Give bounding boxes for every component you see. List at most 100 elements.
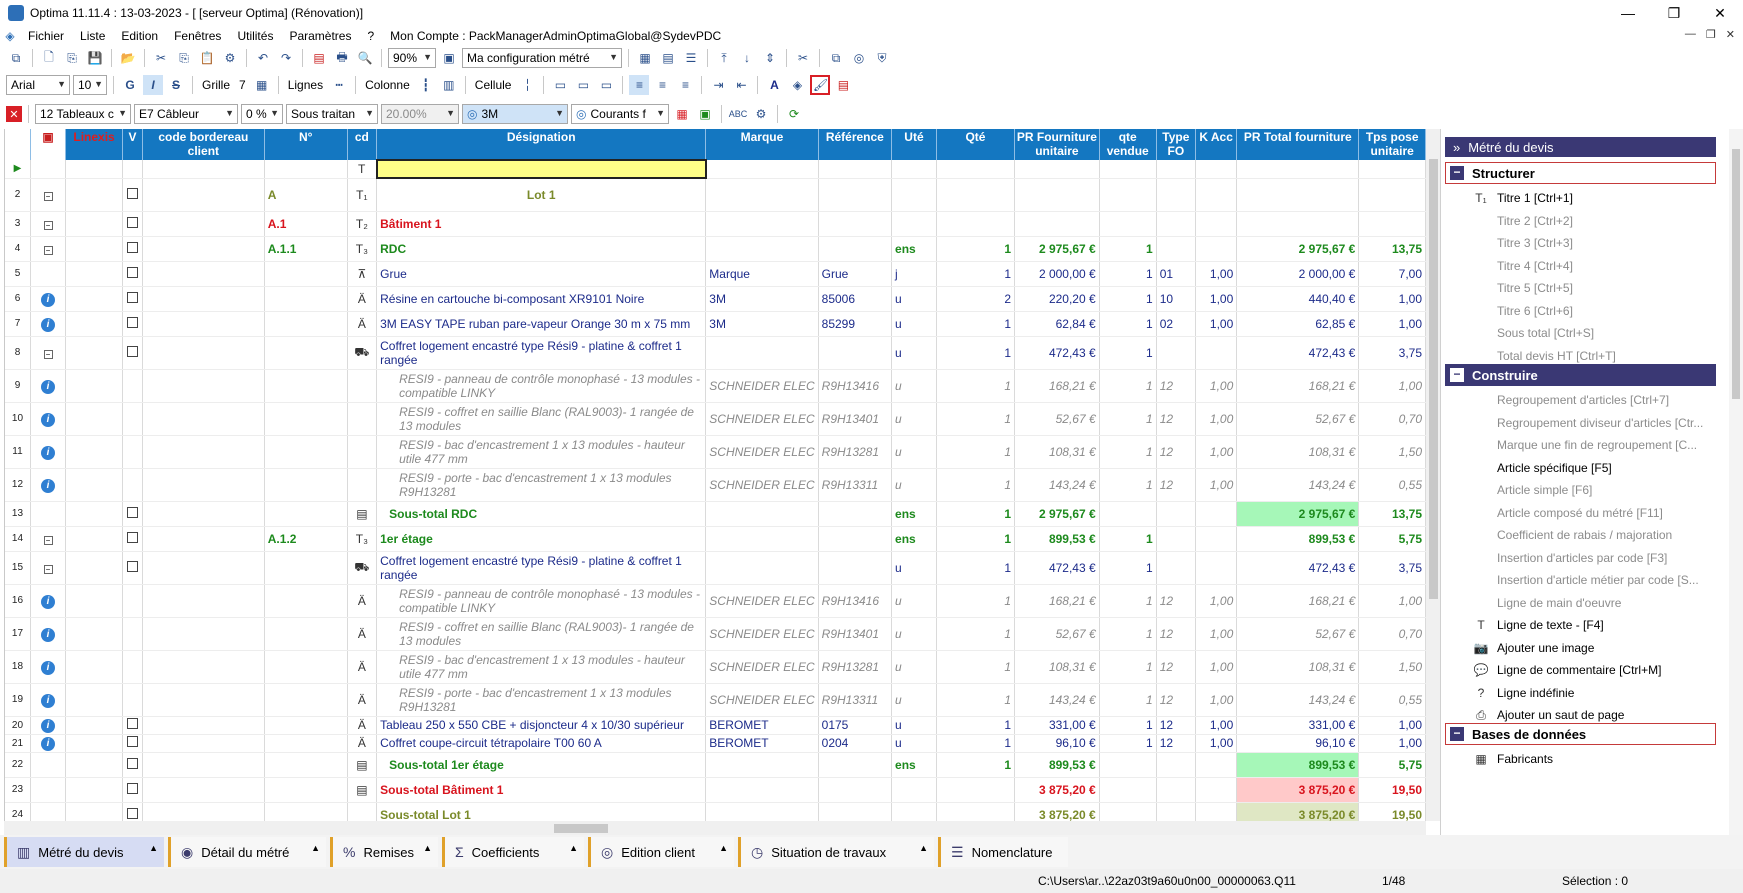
numero-cell[interactable]: [264, 683, 348, 717]
code-bordereau-cell[interactable]: [142, 468, 265, 502]
reference-cell[interactable]: [818, 236, 893, 262]
k-acc-cell[interactable]: [1195, 777, 1238, 803]
header-marque[interactable]: Marque: [705, 129, 819, 160]
linexis-cell[interactable]: [65, 236, 124, 262]
format-painter-icon[interactable]: 🖌: [810, 75, 831, 95]
qte-cell[interactable]: 1: [936, 716, 1016, 735]
pr-fourniture-unitaire-cell[interactable]: 143,24 €: [1014, 683, 1100, 717]
menu-fichier[interactable]: Fichier: [20, 29, 72, 43]
qte-cell[interactable]: [936, 211, 1016, 237]
cd-cell[interactable]: ▤: [347, 501, 378, 527]
cd-cell[interactable]: ⛟: [347, 336, 378, 370]
linexis-cell[interactable]: [65, 584, 124, 618]
config-save-icon[interactable]: ▣: [439, 48, 459, 68]
font-size-select[interactable]: 10 ▼: [73, 75, 107, 95]
code-bordereau-cell[interactable]: [142, 734, 265, 753]
designation-cell[interactable]: 1er étage: [376, 526, 707, 552]
cd-cell[interactable]: T₂: [347, 211, 378, 237]
header-cd[interactable]: cd: [347, 129, 378, 160]
unite-cell[interactable]: u: [891, 734, 937, 753]
tab-1[interactable]: ◉ Détail du métré ▲: [168, 837, 326, 867]
reference-cell[interactable]: 85006: [818, 286, 893, 312]
qte-cell[interactable]: [936, 777, 1016, 803]
type-fo-cell[interactable]: 12: [1156, 369, 1196, 403]
validated-cell[interactable]: [122, 716, 143, 735]
menu-edition[interactable]: Edition: [113, 29, 166, 43]
row-tree-cell[interactable]: i: [30, 650, 67, 684]
linexis-cell[interactable]: [65, 286, 124, 312]
code-bordereau-cell[interactable]: [142, 261, 265, 287]
validated-checkbox[interactable]: [126, 560, 138, 572]
pr-fourniture-unitaire-cell[interactable]: 52,67 €: [1014, 402, 1100, 436]
panel-item[interactable]: T₁ Titre 1 [Ctrl+1]: [1473, 188, 1713, 208]
qte-cell[interactable]: 1: [936, 468, 1016, 502]
border-middle-icon[interactable]: ▭: [573, 75, 593, 95]
table-row[interactable]: 8 − ⛟ Coffret logement encastré type Rési9 …: [5, 336, 1426, 370]
calculator-icon[interactable]: ▦: [635, 48, 655, 68]
qte-cell[interactable]: 1: [936, 650, 1016, 684]
numero-cell[interactable]: A.1.2: [264, 526, 348, 552]
move-updown-icon[interactable]: ⇕: [760, 48, 780, 68]
palette-icon[interactable]: ▦: [672, 104, 692, 124]
bold-button[interactable]: G: [120, 75, 140, 95]
header-pr-fourniture-unitaire[interactable]: PR Fourniture unitaire: [1014, 129, 1100, 160]
cd-cell[interactable]: ⛟: [347, 551, 378, 585]
validated-cell[interactable]: [122, 802, 143, 821]
collapse-icon[interactable]: −: [43, 245, 53, 255]
paste-special-icon[interactable]: ⚙: [220, 48, 240, 68]
linexis-cell[interactable]: [65, 716, 124, 735]
move-down-icon[interactable]: ↓: [737, 48, 757, 68]
paste-icon[interactable]: 📋: [197, 48, 217, 68]
qte-cell[interactable]: [936, 160, 1016, 179]
type-fo-cell[interactable]: [1156, 752, 1196, 778]
mdi-close-button[interactable]: ✕: [1726, 28, 1735, 41]
type-fo-cell[interactable]: [1156, 236, 1196, 262]
marque-cell[interactable]: SCHNEIDER ELEC: [705, 402, 819, 436]
tps-pose-unitaire-cell[interactable]: 1,00: [1358, 716, 1426, 735]
type-fo-cell[interactable]: 10: [1156, 286, 1196, 312]
qte-cell[interactable]: 1: [936, 551, 1016, 585]
unite-cell[interactable]: ens: [891, 526, 937, 552]
pr-fourniture-unitaire-cell[interactable]: 2 975,67 €: [1014, 236, 1100, 262]
copy-icon[interactable]: ⎘: [174, 48, 194, 68]
header-unite[interactable]: Uté: [891, 129, 937, 160]
pr-total-fourniture-cell[interactable]: 899,53 €: [1236, 752, 1360, 778]
k-acc-cell[interactable]: [1195, 501, 1238, 527]
designation-cell[interactable]: RESI9 - porte - bac d'encastrement 1 x 1…: [376, 468, 707, 502]
designation-cell[interactable]: Coffret logement encastré type Rési9 - p…: [376, 551, 707, 585]
validated-checkbox[interactable]: [126, 718, 138, 729]
menu-parametres[interactable]: Paramètres: [281, 29, 359, 43]
tps-pose-unitaire-cell[interactable]: 0,55: [1358, 683, 1426, 717]
designation-cell[interactable]: RESI9 - bac d'encastrement 1 x 13 module…: [376, 435, 707, 469]
scroll-thumb[interactable]: [1732, 149, 1740, 399]
qte-vendue-cell[interactable]: 1: [1099, 683, 1157, 717]
font-select[interactable]: Arial ▼: [6, 75, 70, 95]
header-v[interactable]: V: [122, 129, 143, 160]
indent-decrease-icon[interactable]: ⇤: [731, 75, 751, 95]
validated-cell[interactable]: [122, 501, 143, 527]
code-bordereau-cell[interactable]: [142, 617, 265, 651]
collapse-icon[interactable]: −: [43, 191, 53, 201]
type-fo-cell[interactable]: [1156, 501, 1196, 527]
marque-cell[interactable]: [705, 160, 819, 179]
qte-vendue-cell[interactable]: 1: [1099, 650, 1157, 684]
reference-cell[interactable]: [818, 752, 893, 778]
validated-checkbox[interactable]: [126, 807, 138, 819]
clear-format-icon[interactable]: ▤: [833, 75, 853, 95]
collapse-icon[interactable]: −: [43, 220, 53, 230]
settings-icon[interactable]: ⚙: [751, 104, 771, 124]
table-row[interactable]: 7 i Ä 3M EASY TAPE ruban pare-vapeur Orange…: [5, 311, 1426, 337]
k-acc-cell[interactable]: 1,00: [1195, 286, 1238, 312]
copy-document-icon[interactable]: ⎘: [62, 48, 82, 68]
linexis-cell[interactable]: [65, 777, 124, 803]
linexis-cell[interactable]: [65, 435, 124, 469]
indent-increase-icon[interactable]: ⇥: [708, 75, 728, 95]
validated-cell[interactable]: [122, 236, 143, 262]
type-fo-cell[interactable]: [1156, 777, 1196, 803]
caret-up-icon[interactable]: ▲: [149, 843, 158, 853]
table-row[interactable]: 23 ▤ Sous-total Bâtiment 1 3 875,20 € 3 875,…: [5, 777, 1426, 803]
qte-vendue-cell[interactable]: 1: [1099, 435, 1157, 469]
linexis-cell[interactable]: [65, 551, 124, 585]
unite-cell[interactable]: u: [891, 683, 937, 717]
info-icon[interactable]: i: [41, 379, 55, 394]
